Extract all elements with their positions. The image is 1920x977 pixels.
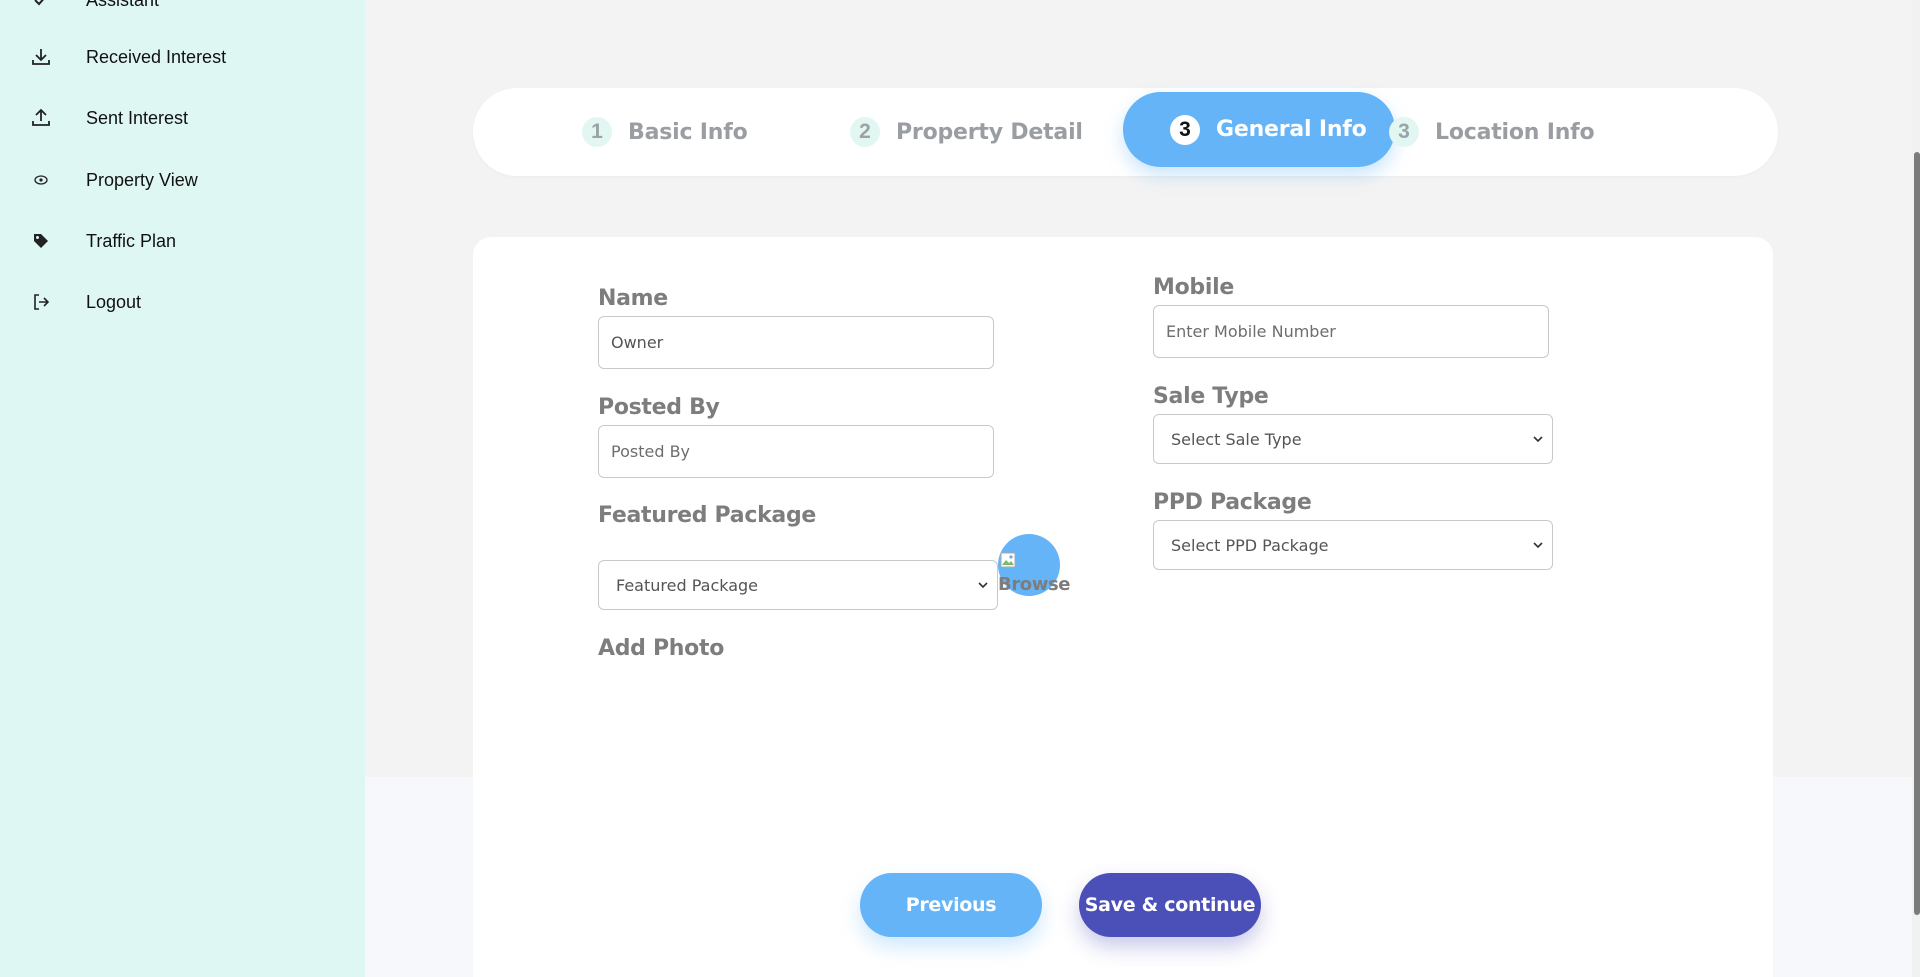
browse-alt-text: Browse <box>998 574 1071 595</box>
step-general-info[interactable]: 3 General Info <box>1123 92 1395 167</box>
browse-photo-image[interactable]: Browse <box>998 552 1071 598</box>
posted-by-input[interactable] <box>598 425 994 478</box>
name-input[interactable] <box>598 316 994 369</box>
step-number: 3 <box>1389 117 1419 147</box>
save-continue-button[interactable]: Save & continue <box>1079 873 1261 937</box>
step-label: Property Detail <box>896 119 1083 145</box>
featured-package-selected: Featured Package <box>616 575 759 595</box>
sidebar: Assistant Received Interest Sent Interes… <box>0 0 365 977</box>
sidebar-item-received-interest[interactable]: Received Interest <box>30 42 226 72</box>
sale-type-selected: Select Sale Type <box>1171 429 1302 449</box>
featured-package-label: Featured Package <box>598 503 817 528</box>
upload-icon <box>30 107 52 129</box>
ppd-package-label: PPD Package <box>1153 490 1312 515</box>
broken-image-icon <box>1000 552 1016 568</box>
chevron-down-icon <box>1533 436 1543 443</box>
ppd-package-select[interactable]: Select PPD Package <box>1153 520 1553 570</box>
step-label: General Info <box>1216 117 1367 142</box>
sidebar-item-label: Received Interest <box>86 46 227 67</box>
sidebar-item-logout[interactable]: Logout <box>30 287 141 317</box>
step-number: 1 <box>582 117 612 147</box>
form-stepper: 1 Basic Info 2 Property Detail 3 General… <box>473 88 1778 176</box>
name-label: Name <box>598 286 668 311</box>
chevron-down-icon <box>978 582 988 589</box>
sale-type-label: Sale Type <box>1153 384 1269 409</box>
mobile-label: Mobile <box>1153 275 1234 300</box>
sidebar-item-label: Sent Interest <box>86 107 189 128</box>
sidebar-item-assistant[interactable]: Assistant <box>30 0 159 15</box>
step-property-detail[interactable]: 2 Property Detail <box>850 88 1083 176</box>
step-number: 2 <box>850 117 880 147</box>
chevron-down-icon <box>1533 542 1543 549</box>
add-photo-label: Add Photo <box>598 636 725 661</box>
tag-icon <box>30 230 52 252</box>
step-label: Basic Info <box>628 119 748 145</box>
sidebar-item-label: Property View <box>86 169 198 190</box>
sale-type-select[interactable]: Select Sale Type <box>1153 414 1553 464</box>
check-icon <box>30 0 52 11</box>
logout-icon <box>30 291 52 313</box>
ppd-package-selected: Select PPD Package <box>1171 535 1329 555</box>
posted-by-label: Posted By <box>598 395 720 420</box>
step-location-info[interactable]: 3 Location Info <box>1389 88 1595 176</box>
scrollbar-thumb[interactable] <box>1914 152 1920 915</box>
featured-package-select[interactable]: Featured Package <box>598 560 998 610</box>
previous-button[interactable]: Previous <box>860 873 1042 937</box>
sidebar-item-property-view[interactable]: Property View <box>30 165 198 195</box>
step-label: Location Info <box>1435 119 1595 145</box>
sidebar-item-traffic-plan[interactable]: Traffic Plan <box>30 226 176 256</box>
download-icon <box>30 46 52 68</box>
sidebar-item-label: Assistant <box>86 0 159 11</box>
step-number: 3 <box>1170 114 1200 145</box>
eye-icon <box>30 169 52 191</box>
mobile-input[interactable] <box>1153 305 1549 358</box>
sidebar-item-sent-interest[interactable]: Sent Interest <box>30 103 188 133</box>
sidebar-item-label: Logout <box>86 291 142 312</box>
step-basic-info[interactable]: 1 Basic Info <box>582 88 748 176</box>
sidebar-item-label: Traffic Plan <box>86 230 177 251</box>
